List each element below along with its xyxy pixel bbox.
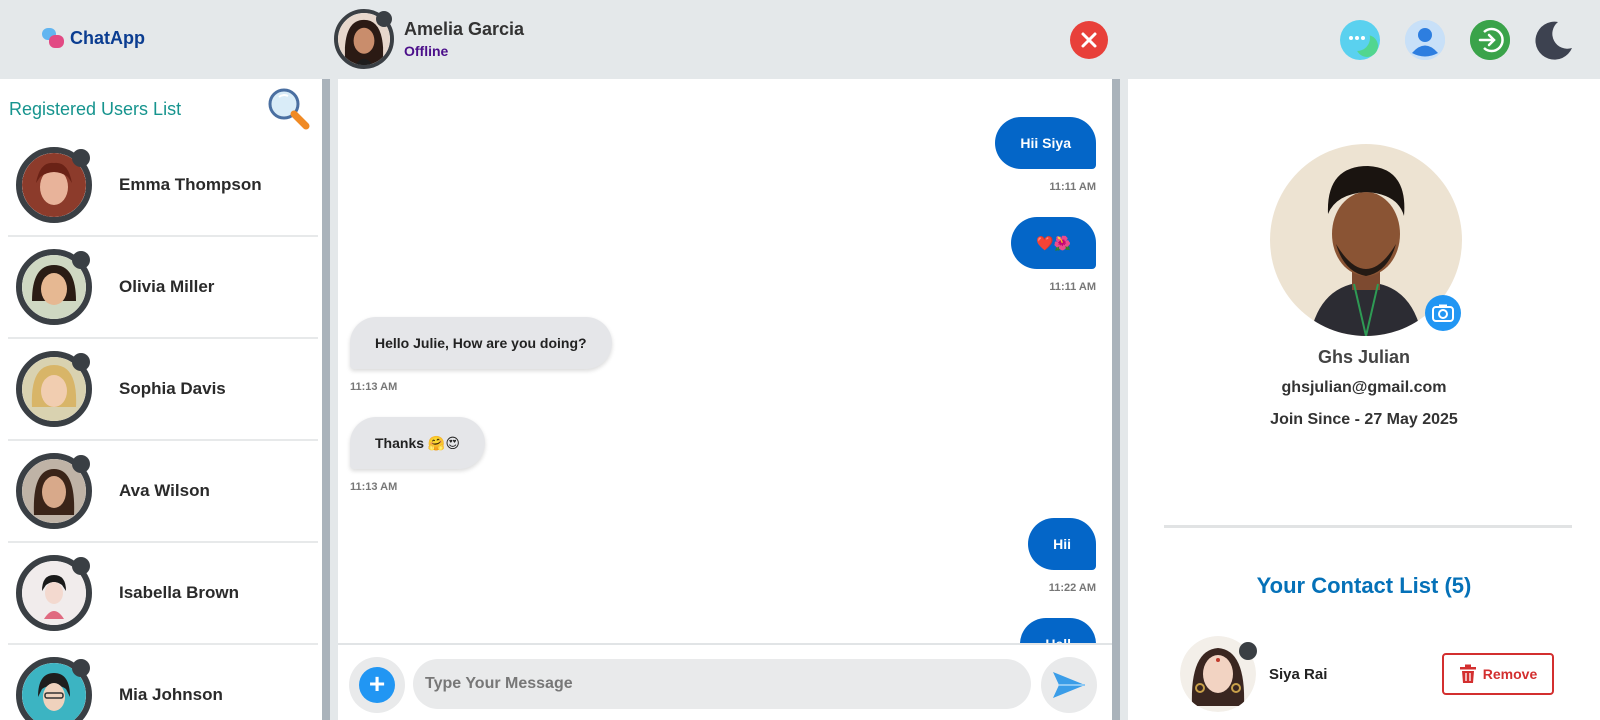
profile-panel: Ghs Julian ghsjulian@gmail.com Join Sinc…	[1128, 79, 1600, 720]
message-input[interactable]	[413, 659, 1031, 709]
message-bubble: Hii	[1028, 518, 1096, 570]
camera-icon	[1432, 304, 1454, 322]
user-name: Olivia Miller	[119, 276, 215, 296]
chat-bubble-icon	[40, 26, 66, 50]
message-sent: Hii Siya 11:11 AM	[995, 117, 1096, 193]
status-dot	[72, 658, 90, 677]
user-name: Isabella Brown	[119, 582, 239, 602]
status-dot	[376, 11, 392, 27]
change-photo-button[interactable]	[1425, 295, 1461, 331]
profile-icon	[1405, 20, 1445, 60]
divider	[1164, 525, 1572, 528]
avatar	[16, 146, 92, 223]
profile-button[interactable]	[1405, 20, 1445, 60]
status-dot	[72, 250, 90, 269]
message-sent: Hell	[1020, 618, 1096, 643]
message-time: 11:13 AM	[350, 381, 398, 393]
user-name: Mia Johnson	[119, 684, 223, 704]
message-sent: ❤️🌺 11:11 AM	[1011, 217, 1096, 293]
search-icon	[268, 88, 310, 130]
avatar	[16, 248, 92, 325]
active-chat-user: Amelia Garcia Offline	[334, 9, 524, 69]
close-chat-button[interactable]	[1070, 21, 1108, 59]
logout-icon	[1470, 20, 1510, 60]
user-name: Emma Thompson	[119, 174, 262, 194]
status-dot	[72, 556, 90, 575]
message-bubble: Thanks 🤗😍	[350, 417, 485, 469]
user-list-item[interactable]: Emma Thompson	[8, 134, 318, 237]
user-list-item[interactable]: Mia Johnson	[8, 644, 318, 720]
profile-join-date: Join Since - 27 May 2025	[1270, 411, 1458, 428]
sidebar-title: Registered Users List	[9, 99, 182, 119]
send-button[interactable]	[1041, 657, 1097, 713]
user-name: Ava Wilson	[119, 480, 210, 500]
user-list-item[interactable]: Sophia Davis	[8, 338, 318, 441]
user-list-item[interactable]: Isabella Brown	[8, 542, 318, 645]
user-list-item[interactable]: Ava Wilson	[8, 440, 318, 543]
app-brand[interactable]: ChatApp	[40, 26, 145, 50]
messages-icon	[1343, 24, 1378, 57]
attach-button[interactable]: +	[349, 657, 405, 713]
message-bubble: Hello Julie, How are you doing?	[350, 317, 612, 369]
plus-icon: +	[359, 667, 395, 703]
app-name: ChatApp	[70, 27, 145, 48]
profile-email: ghsjulian@gmail.com	[1281, 379, 1447, 396]
users-sidebar: Registered Users List Emma Thompson Oliv…	[0, 79, 330, 720]
remove-label: Remove	[1482, 666, 1538, 682]
contact-name: Siya Rai	[1269, 665, 1328, 683]
message-composer: +	[338, 643, 1112, 720]
contact-list-item: Siya Rai Remove	[1180, 636, 1570, 712]
user-list-item[interactable]: Olivia Miller	[8, 236, 318, 339]
message-received: Hello Julie, How are you doing? 11:13 AM	[350, 317, 612, 393]
message-time: 11:11 AM	[1049, 281, 1096, 293]
message-sent: Hii 11:22 AM	[1028, 518, 1096, 594]
trash-icon	[1459, 664, 1476, 683]
remove-contact-button[interactable]: Remove	[1442, 653, 1554, 695]
status-dot	[72, 352, 90, 371]
avatar	[16, 350, 92, 427]
moon-icon	[1535, 21, 1572, 60]
message-list[interactable]: Hii Siya 11:11 AM ❤️🌺 11:11 AM Hello Jul…	[338, 79, 1112, 643]
status-dot	[72, 148, 90, 167]
close-icon	[1081, 32, 1097, 48]
message-time: 11:22 AM	[1048, 582, 1096, 594]
dark-mode-toggle[interactable]	[1534, 20, 1574, 60]
status-dot	[72, 454, 90, 473]
message-time: 11:11 AM	[1049, 181, 1096, 193]
search-button[interactable]	[266, 86, 312, 132]
contact-list-title: Your Contact List (5)	[1256, 573, 1472, 598]
chat-user-status: Offline	[404, 43, 449, 59]
logout-button[interactable]	[1470, 20, 1510, 60]
chat-user-name: Amelia Garcia	[404, 19, 525, 39]
message-bubble: Hell	[1020, 618, 1096, 643]
avatar	[1180, 636, 1257, 712]
avatar	[16, 656, 92, 720]
avatar	[16, 452, 92, 529]
status-dot	[1239, 642, 1257, 660]
avatar	[334, 9, 394, 69]
user-name: Sophia Davis	[119, 378, 226, 398]
message-bubble: ❤️🌺	[1011, 217, 1096, 269]
message-time: 11:13 AM	[350, 481, 398, 493]
send-icon	[1053, 672, 1085, 698]
top-header: ChatApp Amelia Garcia Offline	[0, 0, 1600, 79]
chat-panel: Hii Siya 11:11 AM ❤️🌺 11:11 AM Hello Jul…	[338, 79, 1120, 720]
messages-button[interactable]	[1340, 20, 1380, 60]
message-bubble: Hii Siya	[995, 117, 1096, 169]
profile-name: Ghs Julian	[1317, 347, 1411, 367]
avatar	[16, 554, 92, 631]
message-received: Thanks 🤗😍 11:13 AM	[350, 417, 485, 493]
